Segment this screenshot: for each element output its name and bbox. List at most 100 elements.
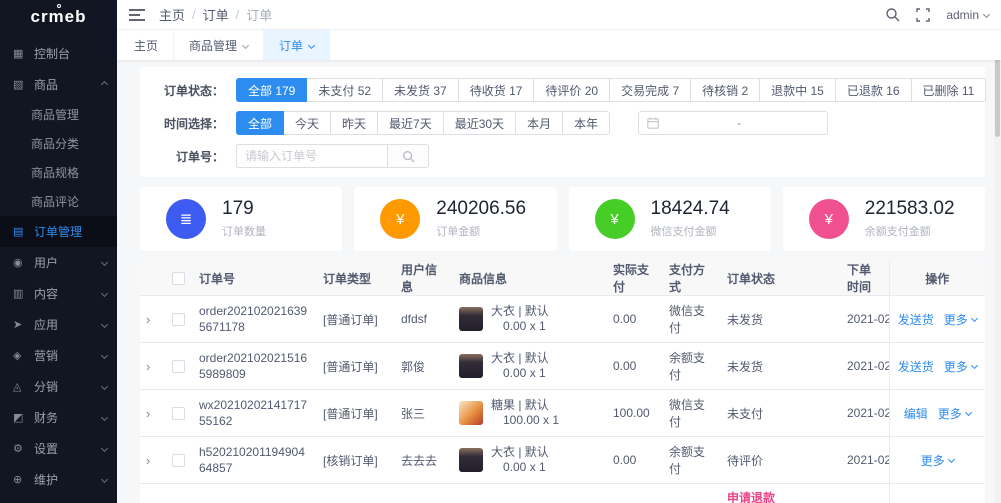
product-cell: 【粉儿推荐/周杰伦同款】HLA/海澜之家长袖针织衫2020秋季上衣男-3 | 含… bbox=[453, 484, 607, 503]
breadcrumb-item[interactable]: 主页 bbox=[159, 5, 185, 24]
row-checkbox[interactable] bbox=[172, 313, 185, 326]
action-link[interactable]: 发送货 bbox=[898, 358, 934, 375]
order-type-cell: [普通订单] bbox=[317, 390, 395, 437]
actions-cell: 发送货更多 bbox=[889, 343, 985, 390]
action-label: 更多 bbox=[938, 405, 962, 422]
order-status-filter-button[interactable]: 全部 179 bbox=[236, 78, 307, 102]
time-filter-button[interactable]: 本年 bbox=[562, 111, 610, 135]
stat-label: 余额支付金额 bbox=[865, 223, 955, 239]
order-date-cell: 2021-02-0 bbox=[841, 343, 889, 390]
sidebar-item[interactable]: ⊕维护 bbox=[0, 464, 117, 495]
tab-active[interactable]: 订单 bbox=[264, 30, 330, 60]
tab-label: 主页 bbox=[134, 37, 158, 54]
open-tabs-bar: 主页商品管理订单 bbox=[117, 30, 1001, 60]
table-row: ›order2021020215165989809[普通订单]郭俊大衣 | 默认… bbox=[140, 343, 985, 390]
sidebar-item[interactable]: ▦控制台 bbox=[0, 38, 117, 69]
order-status-filter-button[interactable]: 待评价 20 bbox=[533, 78, 610, 102]
actions-wrap: 更多 bbox=[896, 452, 980, 469]
sidebar-item[interactable]: 商品评论 bbox=[0, 187, 117, 216]
expand-row-icon[interactable]: › bbox=[146, 406, 150, 421]
action-link[interactable]: 发送货 bbox=[898, 311, 934, 328]
order-status-filter-button[interactable]: 待核销 2 bbox=[690, 78, 760, 102]
time-filter-button[interactable]: 本月 bbox=[515, 111, 563, 135]
action-link[interactable]: 编辑 bbox=[904, 405, 928, 422]
paid-cell: 690.00 bbox=[607, 484, 663, 503]
select-all-checkbox[interactable] bbox=[172, 272, 185, 285]
date-range-picker[interactable]: - bbox=[638, 111, 828, 135]
sidebar-item[interactable]: ◈营销 bbox=[0, 340, 117, 371]
order-status-filter-row: 订单状态： 全部 179未支付 52未发货 37待收货 17待评价 20交易完成… bbox=[154, 78, 971, 102]
pay-method-cell: 微信支付 bbox=[663, 390, 721, 437]
more-actions-link[interactable]: 更多 bbox=[944, 358, 977, 375]
product-text: 大衣 | 默认0.00 x 1 bbox=[491, 304, 601, 334]
order-no-cell: wx2021020214171755162 bbox=[193, 390, 317, 437]
sidebar: crmeb ▦控制台 ▧ 商品商品管理商品分类商品规格商品评论▤订单管理◉用户▥内容… bbox=[0, 0, 117, 503]
sidebar-item[interactable]: ◉用户 bbox=[0, 247, 117, 278]
order-search-button[interactable] bbox=[387, 144, 429, 168]
order-status-label: 订单状态： bbox=[154, 82, 224, 99]
row-checkbox[interactable] bbox=[172, 360, 185, 373]
more-actions-link[interactable]: 更多 bbox=[944, 311, 977, 328]
stat-text: 18424.74微信支付金额 bbox=[651, 199, 730, 239]
order-status-cell: 申请退款退款原因：收货地址填错了备注说明：你把不乌你你姐姐吧v不不不吧v帮姐姐退… bbox=[721, 484, 841, 503]
search-icon[interactable] bbox=[885, 7, 900, 22]
actions-cell: 更多 bbox=[889, 484, 985, 503]
order-status-filter-button[interactable]: 已删除 11 bbox=[911, 78, 987, 102]
sidebar-item[interactable]: ◬分销 bbox=[0, 371, 117, 402]
order-no-input[interactable] bbox=[236, 144, 388, 168]
time-filter-button[interactable]: 今天 bbox=[283, 111, 331, 135]
row-checkbox[interactable] bbox=[172, 454, 185, 467]
sidebar-item[interactable]: ➤应用 bbox=[0, 309, 117, 340]
sidebar-item[interactable]: ◩财务 bbox=[0, 402, 117, 433]
fullscreen-icon[interactable] bbox=[916, 8, 930, 22]
time-filter-button[interactable]: 最近7天 bbox=[377, 111, 444, 135]
product-text: 大衣 | 默认0.00 x 1 bbox=[491, 351, 601, 381]
time-filter-row: 时间选择： 全部今天昨天最近7天最近30天本月本年 - bbox=[154, 111, 971, 135]
time-filter-button[interactable]: 全部 bbox=[236, 111, 284, 135]
sidebar-item[interactable]: 商品管理 bbox=[0, 100, 117, 129]
sidebar-item[interactable]: 商品分类 bbox=[0, 129, 117, 158]
breadcrumb-item[interactable]: 订单 bbox=[203, 5, 229, 24]
sidebar-collapse-icon[interactable] bbox=[129, 8, 145, 22]
sidebar-item[interactable]: ▧ 商品 bbox=[0, 69, 117, 100]
order-status-filter-button[interactable]: 已退款 16 bbox=[835, 78, 912, 102]
expand-row-icon[interactable]: › bbox=[146, 312, 150, 327]
column-header: 商品信息 bbox=[453, 261, 607, 296]
tab-item[interactable]: 主页 bbox=[119, 30, 174, 60]
order-icon: ▤ bbox=[13, 225, 29, 238]
goods-icon: ▧ bbox=[13, 78, 29, 91]
settings-icon: ⚙ bbox=[13, 442, 29, 455]
chevron-down-icon bbox=[971, 361, 978, 368]
sidebar-item[interactable]: ⚙设置 bbox=[0, 433, 117, 464]
order-status-filter-button[interactable]: 未支付 52 bbox=[306, 78, 383, 102]
tab-item[interactable]: 商品管理 bbox=[174, 30, 264, 60]
order-status-filter-button[interactable]: 退款中 15 bbox=[759, 78, 836, 102]
sidebar-item-label: 商品 bbox=[34, 76, 102, 93]
expand-row-icon[interactable]: › bbox=[146, 453, 150, 468]
sidebar-item[interactable]: 商品规格 bbox=[0, 158, 117, 187]
more-actions-link[interactable]: 更多 bbox=[938, 405, 971, 422]
order-status-filter-button[interactable]: 交易完成 7 bbox=[609, 78, 691, 102]
product-name-sku: 大衣 | 默认 bbox=[491, 445, 549, 459]
sidebar-item[interactable]: ▤订单管理 bbox=[0, 216, 117, 247]
order-status-filter-button[interactable]: 未发货 37 bbox=[382, 78, 459, 102]
time-button-group: 全部今天昨天最近7天最近30天本月本年 bbox=[236, 111, 610, 135]
expand-row-icon[interactable]: › bbox=[146, 359, 150, 374]
row-checkbox[interactable] bbox=[172, 407, 185, 420]
order-type-cell: [核销订单] bbox=[317, 437, 395, 484]
product-cell: 大衣 | 默认0.00 x 1 bbox=[453, 343, 607, 390]
column-header: 支付方式 bbox=[663, 261, 721, 296]
app-logo[interactable]: crmeb bbox=[0, 0, 117, 34]
column-header: 用户信息 bbox=[395, 261, 453, 296]
more-actions-link[interactable]: 更多 bbox=[921, 452, 954, 469]
product-thumbnail bbox=[459, 448, 483, 472]
time-filter-button[interactable]: 最近30天 bbox=[443, 111, 516, 135]
order-no-cell: h52021020119490464857 bbox=[193, 437, 317, 484]
time-filter-button[interactable]: 昨天 bbox=[330, 111, 378, 135]
breadcrumb-item[interactable]: 订单 bbox=[246, 5, 272, 24]
user-menu[interactable]: admin bbox=[946, 8, 989, 22]
stat-text: 179订单数量 bbox=[222, 199, 266, 239]
sidebar-item[interactable]: ▥内容 bbox=[0, 278, 117, 309]
page-scrollbar[interactable] bbox=[994, 30, 1001, 503]
order-status-filter-button[interactable]: 待收货 17 bbox=[458, 78, 535, 102]
